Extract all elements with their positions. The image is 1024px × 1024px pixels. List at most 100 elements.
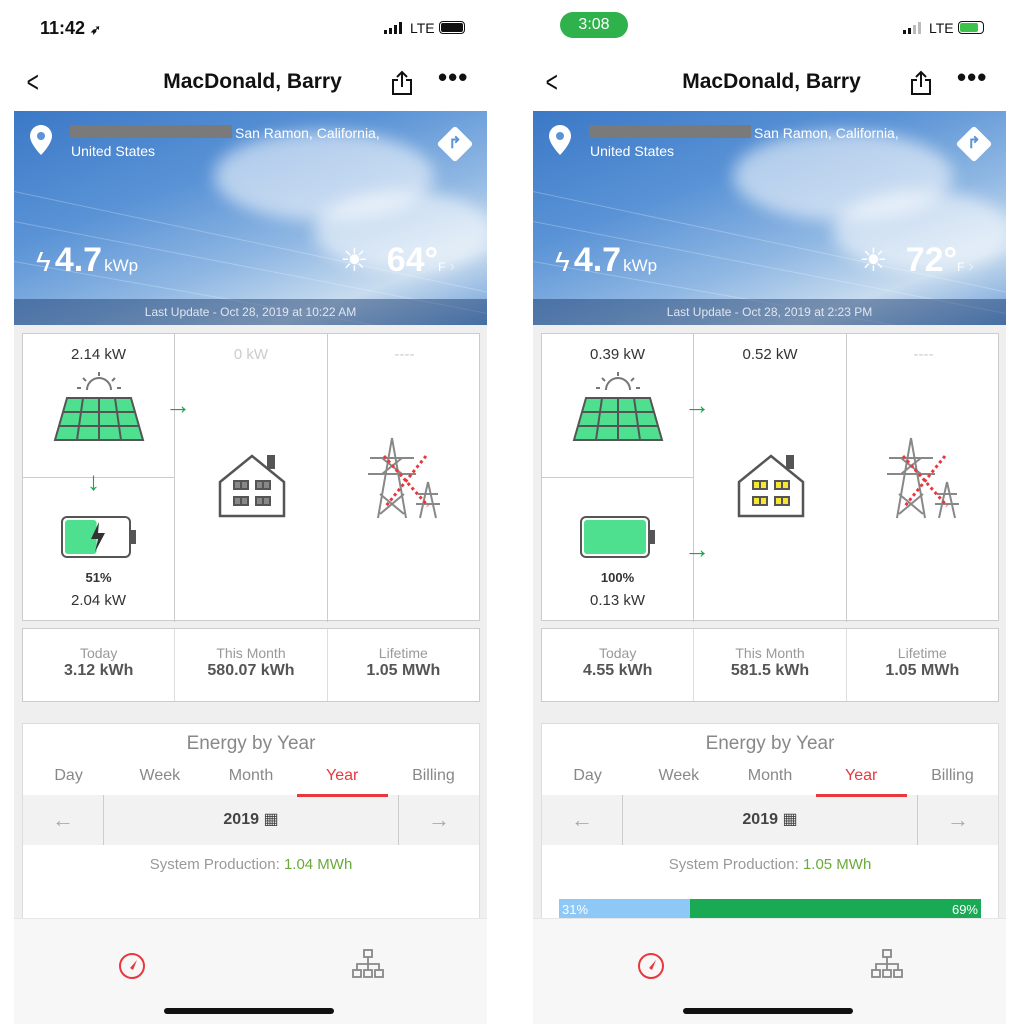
energy-card: Energy by Year Day Week Month Year Billing ←… <box>22 723 480 923</box>
stat-label: This Month <box>735 645 805 661</box>
status-time: 11:42 ➶ <box>40 18 101 38</box>
chevron-right-icon: › <box>968 258 974 275</box>
site-country: United States <box>590 143 675 159</box>
more-button[interactable]: ••• <box>438 62 468 93</box>
stat-label: Lifetime <box>378 645 428 661</box>
nav-bar: < MacDonald, Barry ••• <box>0 62 505 102</box>
tab-year[interactable]: Year <box>296 767 389 797</box>
battery-charging-icon <box>958 21 984 34</box>
location-pin-icon <box>549 125 571 155</box>
house-icon <box>218 454 286 518</box>
tab-billing[interactable]: Billing <box>388 767 479 795</box>
ellipsis-icon: ••• <box>438 62 469 92</box>
stat-label: Lifetime <box>897 645 947 661</box>
arrow-right-icon: → <box>947 807 969 832</box>
stat-label: This Month <box>216 645 286 661</box>
battery-power: 0.13 kW <box>589 592 646 609</box>
energy-stats: Today 3.12 kWh This Month 580.07 kWh Lifetim… <box>22 628 480 702</box>
redacted-address <box>70 125 232 138</box>
stat-value: 1.05 MWh <box>366 662 441 679</box>
energy-title: Energy by Year <box>705 733 835 754</box>
site-country: United States <box>71 143 156 159</box>
site-layout-icon[interactable] <box>352 949 384 979</box>
share-button[interactable] <box>390 70 414 101</box>
home-power: 0.52 kW <box>742 346 798 363</box>
next-button[interactable]: → <box>918 795 998 845</box>
lightning-icon: ϟ <box>36 246 51 277</box>
network-label: LTE <box>929 20 954 36</box>
network-label: LTE <box>410 20 435 36</box>
tab-month[interactable]: Month <box>724 767 815 795</box>
signal-icon <box>903 22 921 34</box>
home-cell[interactable]: 0 kW <box>175 334 328 622</box>
directions-button[interactable]: ↱ <box>436 125 474 163</box>
site-layout-icon[interactable] <box>871 949 903 979</box>
date-navigator: ← 2019 ▦ → <box>542 795 998 845</box>
battery-cell[interactable]: 51% 2.04 kW <box>23 478 175 622</box>
calendar-icon: ▦ <box>782 811 798 828</box>
solar-cell[interactable]: 0.39 kW <box>542 334 694 478</box>
tab-billing[interactable]: Billing <box>907 767 998 795</box>
stat-value: 581.5 kWh <box>730 662 810 679</box>
status-bar: 3:08 LTE <box>519 12 1024 42</box>
prev-button[interactable]: ← <box>542 795 622 845</box>
home-cell[interactable]: 0.52 kW <box>694 334 847 622</box>
system-capacity: ϟ 4.7 kWp <box>36 241 139 279</box>
battery-icon <box>580 516 655 558</box>
page-title: MacDonald, Barry <box>163 70 342 93</box>
more-button[interactable]: ••• <box>957 62 987 93</box>
battery-cell[interactable]: 100% 0.13 kW <box>542 478 694 622</box>
energy-title: Energy by Year <box>186 733 316 754</box>
arrow-left-icon: ← <box>571 807 593 832</box>
power-flow: 2.14 kW 51% 2.04 kW ↓ → 0 kW ---- <box>22 333 481 622</box>
grid-cell[interactable]: ---- <box>328 334 481 622</box>
system-production: System Production: 1.04 MWh <box>149 856 353 873</box>
bottom-tab-bar <box>533 918 1006 1024</box>
solar-cell[interactable]: 2.14 kW <box>23 334 175 478</box>
tab-day[interactable]: Day <box>23 767 114 795</box>
call-time-pill[interactable]: 3:08 <box>560 12 628 38</box>
site-city: San Ramon, California, <box>235 125 380 141</box>
share-button[interactable] <box>909 70 933 101</box>
phone-screen: 3:08 LTE < MacDonald, Barry ••• San Ramo… <box>519 0 1024 1024</box>
ellipsis-icon: ••• <box>957 62 988 92</box>
stat-today: Today 3.12 kWh <box>23 629 176 701</box>
location-pin-icon <box>30 125 52 155</box>
stat-label: Today <box>598 645 637 661</box>
dashboard-gauge-icon[interactable] <box>637 952 665 980</box>
home-power: 0 kW <box>233 346 269 363</box>
battery-percent: 51% <box>85 570 112 585</box>
stat-lifetime: Lifetime 1.05 MWh <box>847 629 998 701</box>
tab-week[interactable]: Week <box>114 767 205 795</box>
next-button[interactable]: → <box>399 795 479 845</box>
stat-lifetime: Lifetime 1.05 MWh <box>328 629 479 701</box>
date-picker[interactable]: 2019 ▦ <box>622 795 918 845</box>
tab-month[interactable]: Month <box>205 767 296 795</box>
solar-panel-icon <box>572 372 664 441</box>
prev-button[interactable]: ← <box>23 795 103 845</box>
weather[interactable]: ☀ 72° F › <box>859 241 974 280</box>
tab-week[interactable]: Week <box>633 767 724 795</box>
solar-power: 0.39 kW <box>589 346 646 363</box>
tab-year[interactable]: Year <box>815 767 908 797</box>
stat-value: 4.55 kWh <box>582 662 653 679</box>
dashboard-gauge-icon[interactable] <box>118 952 146 980</box>
date-picker[interactable]: 2019 ▦ <box>103 795 399 845</box>
solar-power: 2.14 kW <box>70 346 127 363</box>
site-city: San Ramon, California, <box>754 125 899 141</box>
arrow-down-icon: ↓ <box>87 466 100 496</box>
status-bar: 11:42 ➶ LTE <box>0 16 505 42</box>
last-update: Last Update - Oct 28, 2019 at 10:22 AM <box>14 299 487 325</box>
arrow-right-icon: → <box>428 807 450 832</box>
system-capacity: ϟ 4.7 kWp <box>555 241 658 279</box>
directions-button[interactable]: ↱ <box>955 125 993 163</box>
phone-screen: 11:42 ➶ LTE < MacDonald, Barry ••• San R… <box>0 0 505 1024</box>
stat-label: Today <box>79 645 118 661</box>
arrow-left-icon: ← <box>52 807 74 832</box>
grid-cell[interactable]: ---- <box>847 334 1000 622</box>
home-indicator <box>164 1008 334 1014</box>
energy-card: Energy by Year Day Week Month Year Billing ←… <box>541 723 999 923</box>
tab-day[interactable]: Day <box>542 767 633 795</box>
weather[interactable]: ☀ 64° F › <box>340 241 455 280</box>
system-production: System Production: 1.05 MWh <box>668 856 872 873</box>
